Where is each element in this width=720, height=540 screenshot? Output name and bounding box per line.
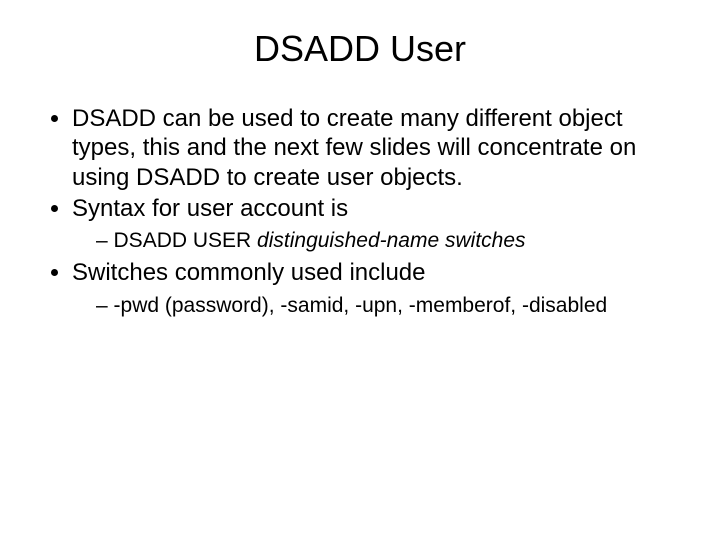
sub-bullet-text-italic: distinguished-name switches — [257, 229, 525, 252]
bullet-item: Switches commonly used include -pwd (pas… — [72, 258, 690, 319]
sub-bullet-list: -pwd (password), -samid, -upn, -memberof… — [72, 292, 690, 319]
bullet-text: Syntax for user account is — [72, 195, 348, 222]
slide: DSADD User DSADD can be used to create m… — [0, 0, 720, 540]
bullet-text: Switches commonly used include — [72, 259, 426, 286]
sub-bullet-list: DSADD USER distinguished-name switches — [72, 227, 690, 254]
sub-bullet-text: -pwd (password), -samid, -upn, -memberof… — [114, 294, 608, 317]
bullet-list: DSADD can be used to create many differe… — [30, 104, 690, 319]
bullet-item: DSADD can be used to create many differe… — [72, 104, 690, 192]
bullet-text: DSADD can be used to create many differe… — [72, 105, 636, 191]
sub-bullet-text-prefix: DSADD USER — [114, 229, 258, 252]
slide-title: DSADD User — [30, 28, 690, 70]
sub-bullet-item: -pwd (password), -samid, -upn, -memberof… — [96, 292, 690, 319]
sub-bullet-item: DSADD USER distinguished-name switches — [96, 227, 690, 254]
bullet-item: Syntax for user account is DSADD USER di… — [72, 194, 690, 255]
